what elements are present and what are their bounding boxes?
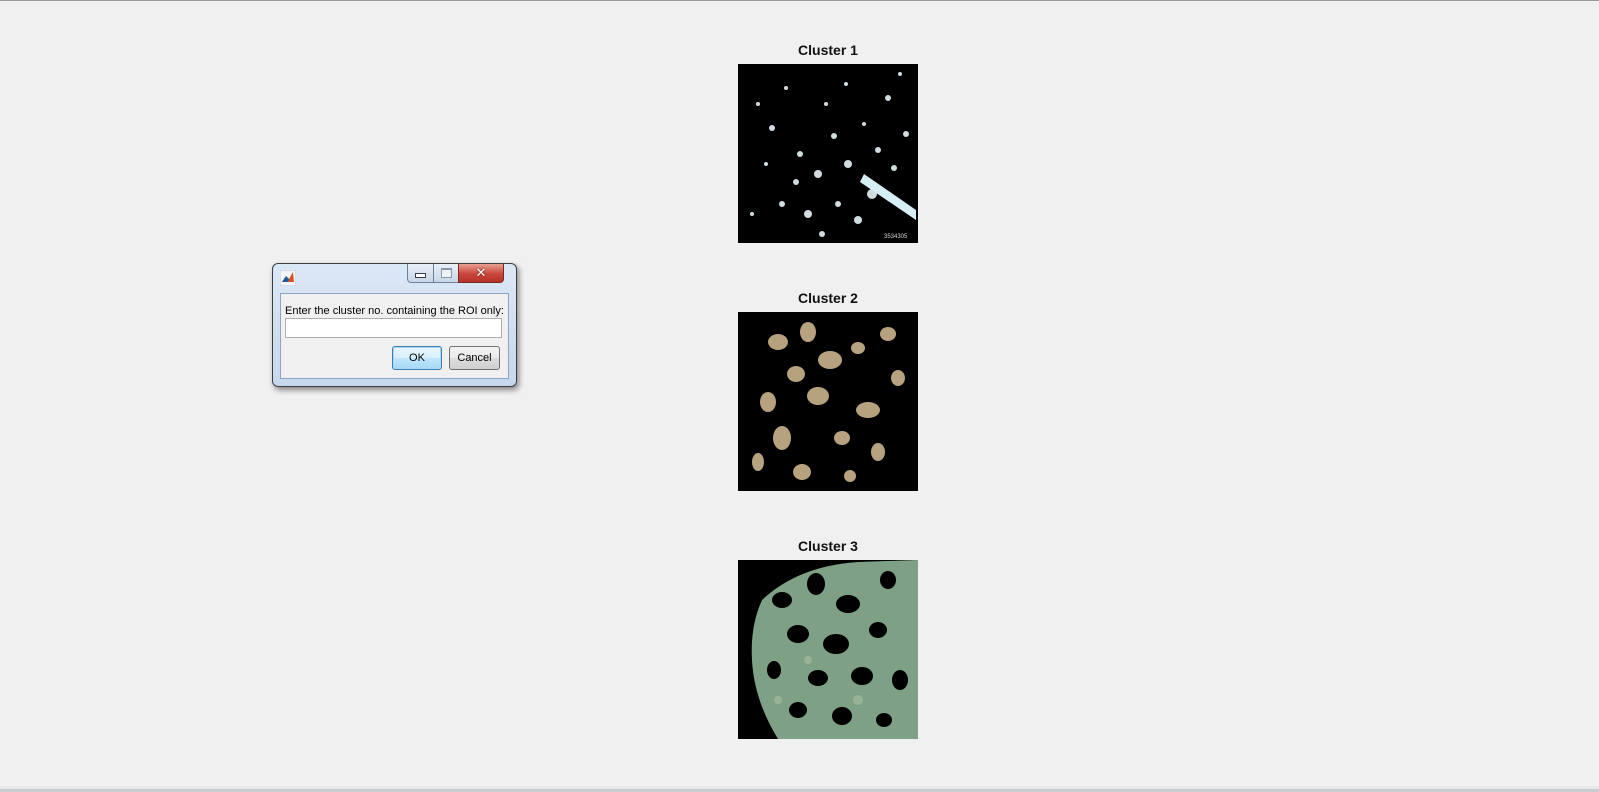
close-icon: ✕ <box>475 265 487 281</box>
cancel-button[interactable]: Cancel <box>449 346 500 370</box>
cluster-1-image: 3534305 <box>738 64 918 243</box>
input-dialog: ✕ Enter the cluster no. containing the R… <box>272 263 517 387</box>
matlab-icon <box>280 270 296 286</box>
ok-button[interactable]: OK <box>392 346 442 370</box>
minimize-icon <box>415 273 426 278</box>
maximize-icon <box>440 268 452 278</box>
maximize-button <box>433 264 459 283</box>
cluster-3-image <box>738 560 918 739</box>
cluster-1-title: Cluster 1 <box>798 42 858 58</box>
dialog-body: Enter the cluster no. containing the ROI… <box>280 293 509 379</box>
cluster-3-title: Cluster 3 <box>798 538 858 554</box>
cluster-2-image <box>738 312 918 491</box>
close-button[interactable]: ✕ <box>458 264 504 283</box>
minimize-button[interactable] <box>407 264 434 283</box>
cluster-number-input[interactable] <box>285 318 502 338</box>
dialog-titlebar[interactable]: ✕ <box>273 264 516 292</box>
window-top-border <box>0 0 1599 1</box>
prompt-label: Enter the cluster no. containing the ROI… <box>285 305 504 317</box>
cluster-2-title: Cluster 2 <box>798 290 858 306</box>
cluster-1-watermark: 3534305 <box>884 234 908 240</box>
